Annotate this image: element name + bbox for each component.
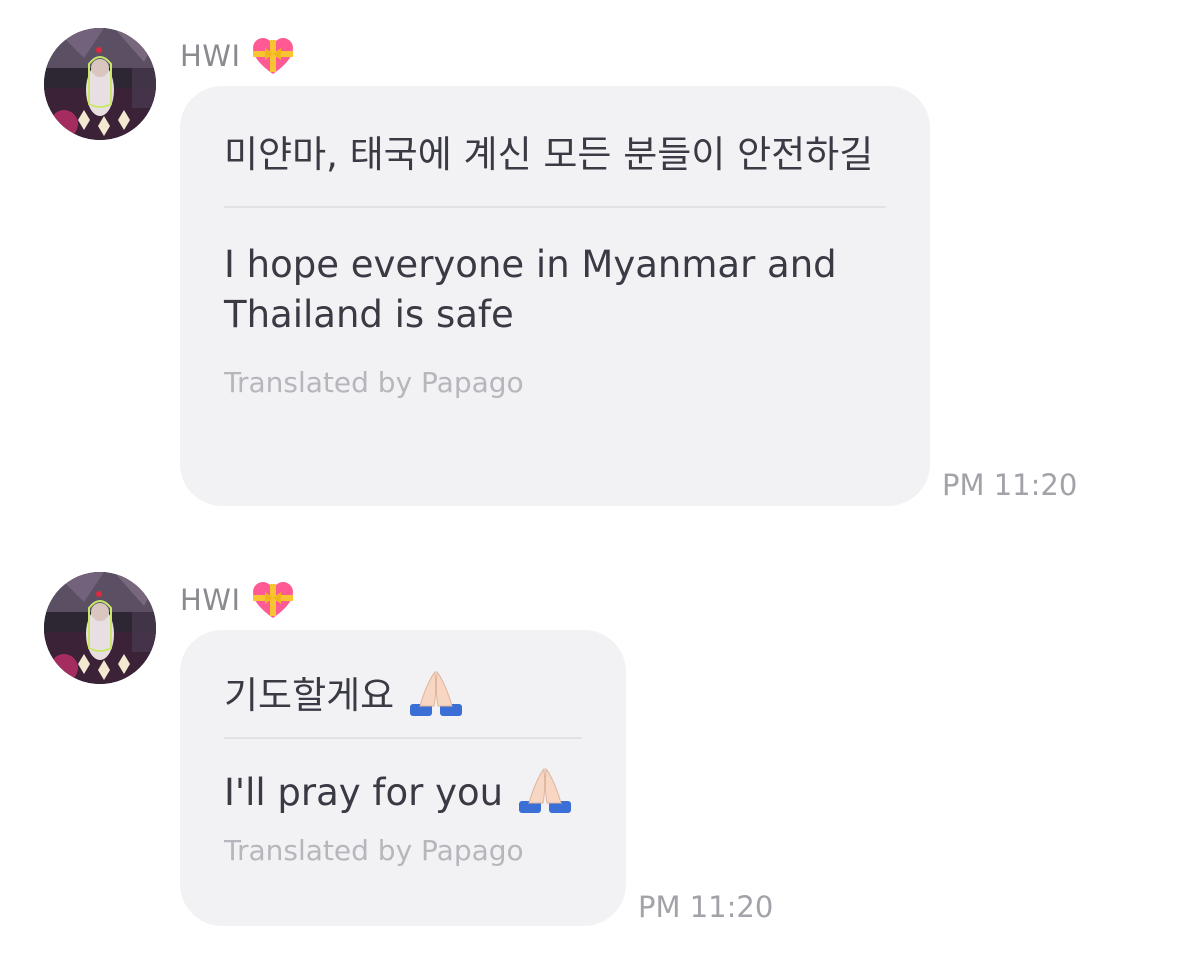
sender-name[interactable]: HWI (180, 583, 241, 617)
original-text: 미얀마, 태국에 계신 모든 분들이 안전하길 (224, 133, 874, 176)
sender-name[interactable]: HWI (180, 39, 241, 73)
avatar[interactable] (44, 572, 156, 684)
translation-credit: Translated by Papago (224, 366, 524, 399)
sender-row: HWI (180, 34, 295, 78)
folded-hands-icon (515, 767, 575, 813)
translated-text: I hope everyone in Myanmar and Thailand … (224, 243, 837, 336)
message-bubble[interactable]: 미얀마, 태국에 계신 모든 분들이 안전하길 I hope everyone … (180, 86, 930, 506)
translated-text-row: I'll pray for you (224, 739, 582, 818)
heart-with-ribbon-icon (251, 36, 295, 76)
translated-text: I'll pray for you (224, 771, 504, 814)
avatar[interactable] (44, 28, 156, 140)
original-text: 기도할게요 (224, 674, 395, 717)
timestamp: PM 11:20 (942, 468, 1078, 502)
timestamp: PM 11:20 (638, 890, 774, 924)
sender-row: HWI (180, 578, 295, 622)
heart-with-ribbon-icon (251, 580, 295, 620)
chat-thread: HWI 미얀마, 태국에 계신 모든 분들이 안전하길 I hope every… (0, 0, 1200, 971)
translation-credit: Translated by Papago (224, 834, 524, 867)
original-text-row: 기도할게요 (224, 630, 582, 721)
folded-hands-icon (406, 670, 466, 716)
message-bubble[interactable]: 기도할게요 I'll pray for you Translated by Pa… (180, 630, 626, 926)
